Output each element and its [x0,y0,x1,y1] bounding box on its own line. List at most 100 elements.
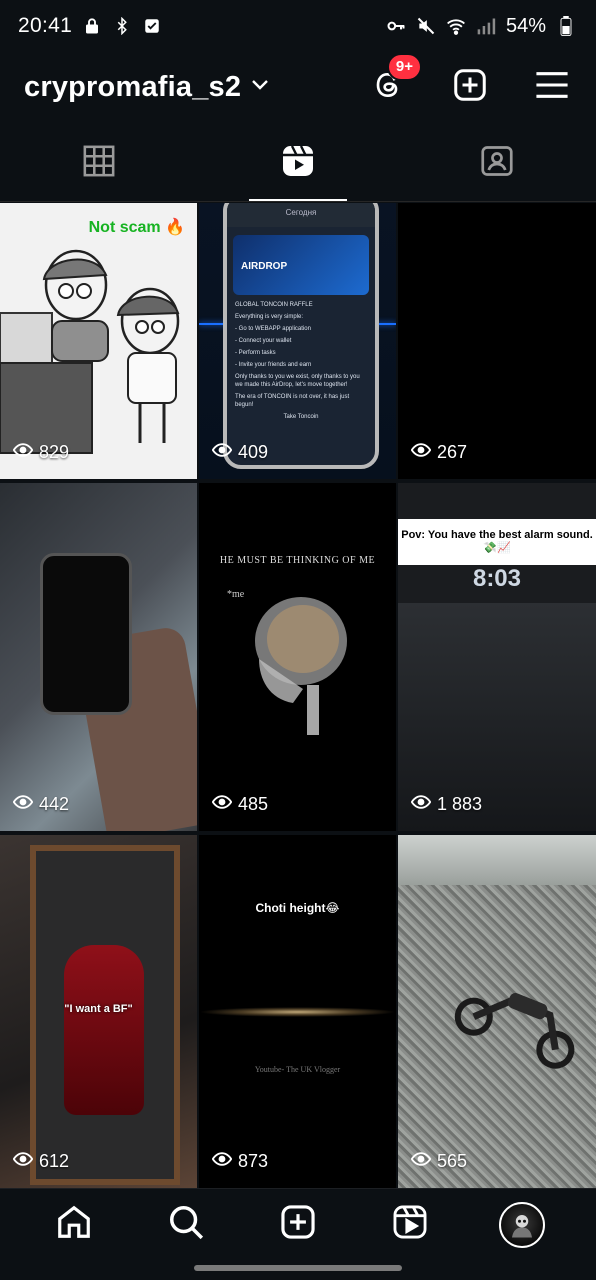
view-count-text: 829 [39,442,70,462]
eye-icon [12,792,34,817]
key-icon [386,16,406,36]
reel-thumbnail[interactable]: 267 [398,203,596,479]
view-count: 442 [12,792,70,817]
eye-icon [12,440,34,465]
message-line: - Go to WEBAPP application [235,326,311,332]
eye-icon [410,1149,432,1174]
view-count: 267 [410,440,468,465]
view-count: 409 [211,440,269,465]
battery-icon [556,16,576,36]
view-count-text: 442 [39,794,70,814]
plus-square-icon [452,67,488,108]
reel-caption: HE MUST BE THINKING OF ME [219,555,376,566]
reel-thumbnail[interactable]: 442 [0,483,197,831]
reel-thumbnail[interactable]: Not scam 🔥 829 [0,203,197,479]
check-square-icon [142,16,162,36]
message-line: - Connect your wallet [235,338,292,344]
view-count-text: 873 [238,1151,269,1171]
airdrop-banner: AIRDROP [233,235,369,295]
lockscreen-clock: 8:03 [472,565,522,592]
tab-reels[interactable] [199,126,398,201]
status-bar: 20:41 54% [0,0,596,52]
mute-icon [416,16,436,36]
reel-thumbnail[interactable]: Choti height😂 Youtube- The UK Vlogger 87… [199,835,396,1188]
battery-percent: 54% [505,14,546,37]
message-line: The era of TONCOIN is not over, it has j… [235,394,350,408]
reel-thumbnail[interactable]: Pov: You have the best alarm sound.💸📈 8:… [398,483,596,831]
view-count: 565 [410,1149,468,1174]
eye-icon [211,440,233,465]
wifi-icon [446,16,466,36]
eye-icon [410,792,432,817]
view-count-text: 409 [238,442,269,462]
cartoon-illustration [0,249,180,454]
message-line: - Invite your friends and earn [235,362,312,368]
eye-icon [211,792,233,817]
nav-profile-button[interactable] [496,1199,548,1251]
tab-grid[interactable] [0,126,199,201]
menu-button[interactable] [532,67,572,107]
phone-image [40,553,132,715]
message-button: Take Toncoin [283,414,319,420]
hamburger-menu-icon [535,70,569,105]
reel-thumbnail[interactable]: "I want a BF" 612 [0,835,197,1188]
eye-icon [211,1149,233,1174]
message-line: Everything is very simple: [235,314,304,320]
light-beam-image [199,1007,396,1017]
avatar-image [512,1214,532,1237]
lock-icon [82,16,102,36]
chat-header: Сегодня [227,203,375,227]
status-time: 20:41 [18,14,73,37]
notification-badge: 9+ [386,53,422,81]
reels-grid: Not scam 🔥 829 Сегодня AIRDROP GLOBAL TO… [0,203,596,1188]
view-count-text: 565 [437,1151,468,1171]
tagged-icon [479,143,515,184]
threads-button[interactable]: 9+ [368,53,422,107]
reel-thumbnail[interactable]: Сегодня AIRDROP GLOBAL TONCOIN RAFFLE Ev… [199,203,396,479]
message-line: GLOBAL TONCOIN RAFFLE [235,302,313,308]
reels-icon [391,1203,429,1246]
view-count: 485 [211,792,269,817]
reel-caption: Pov: You have the best alarm sound.💸📈 [398,519,596,565]
account-switcher[interactable]: crypromafia_s2 [24,71,269,104]
nav-home-button[interactable] [48,1199,100,1251]
reel-caption: "I want a BF" [64,1003,133,1015]
view-count-text: 267 [437,442,468,462]
view-count-text: 485 [238,794,269,814]
message-line: - Perform tasks [235,350,276,356]
view-count: 873 [211,1149,269,1174]
reel-credit: Youtube- The UK Vlogger [254,1065,341,1074]
profile-header: crypromafia_s2 9+ [0,52,596,122]
username: crypromafia_s2 [24,70,242,103]
sky-image [398,835,596,885]
create-post-button[interactable] [450,67,490,107]
view-count: 612 [12,1149,70,1174]
message-line: Only thanks to you we exist, only thanks… [235,374,360,388]
reel-thumbnail[interactable]: 565 [398,835,596,1188]
person-image [64,945,144,1115]
create-icon [279,1203,317,1246]
home-indicator[interactable] [194,1265,402,1271]
reel-thumbnail[interactable]: HE MUST BE THINKING OF ME *me 485 [199,483,396,831]
view-count: 829 [12,440,70,465]
reels-icon [280,143,316,184]
profile-avatar [499,1201,545,1248]
xray-skull-image [255,597,347,735]
profile-tabs [0,126,596,202]
view-count-text: 612 [39,1151,70,1171]
bluetooth-icon [112,16,132,36]
chevron-down-icon [251,78,269,96]
phone-screenshot: Сегодня AIRDROP GLOBAL TONCOIN RAFFLE Ev… [223,203,379,469]
motorcycle-image [454,993,575,1069]
nav-reels-button[interactable] [384,1199,436,1251]
eye-icon [410,440,432,465]
signal-icon [476,16,496,36]
nav-search-button[interactable] [160,1199,212,1251]
eye-icon [12,1149,34,1174]
grid-icon [82,144,116,183]
search-icon [167,1203,205,1246]
bottom-navigation [0,1188,596,1260]
tab-tagged[interactable] [397,126,596,201]
nav-create-button[interactable] [272,1199,324,1251]
home-icon [55,1203,93,1246]
